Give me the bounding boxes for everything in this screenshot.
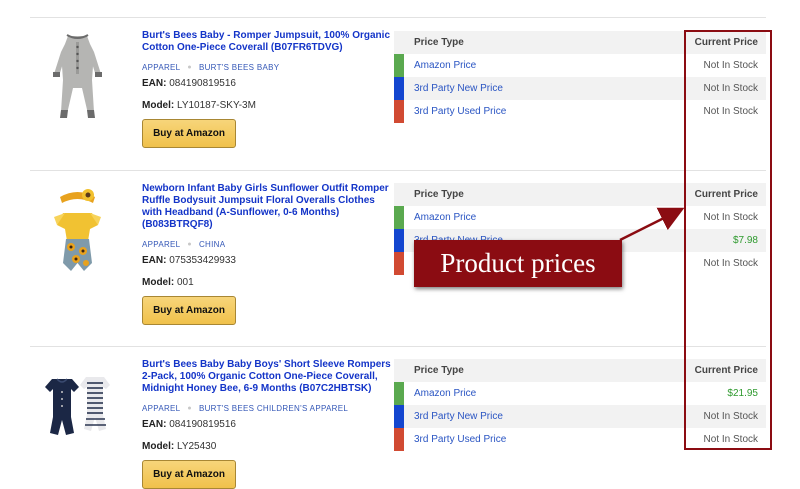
brand-link[interactable]: BURT'S BEES CHILDREN'S APPAREL (199, 404, 348, 413)
used-color-bar (394, 428, 404, 451)
new-color-bar (394, 77, 404, 100)
price-type-header: Price Type (414, 189, 464, 200)
model-label: Model: (142, 100, 175, 111)
price-value: Not In Stock (703, 258, 758, 269)
product-model: Model: LY25430 (142, 441, 392, 452)
category-link[interactable]: APPAREL (142, 404, 180, 413)
product-image[interactable] (30, 359, 125, 464)
price-value: Not In Stock (703, 83, 758, 94)
used-color-bar (394, 100, 404, 123)
brand-link[interactable]: CHINA (199, 240, 225, 249)
ean-label: EAN: (142, 78, 167, 89)
amazon-color-bar (394, 206, 404, 229)
price-type-header: Price Type (414, 37, 464, 48)
category-link[interactable]: APPAREL (142, 240, 180, 249)
price-type-header: Price Type (414, 365, 464, 376)
separator-dot: ● (187, 64, 192, 71)
product-categories: APPAREL ● CHINA (142, 240, 392, 249)
separator-dot: ● (187, 241, 192, 248)
price-value: $21.95 (727, 388, 758, 399)
price-type-link[interactable]: 3rd Party New Price (414, 411, 503, 422)
price-value: Not In Stock (703, 106, 758, 117)
category-link[interactable]: APPAREL (142, 63, 180, 72)
model-value: LY10187-SKY-3M (177, 100, 256, 111)
ean-value: 084190819516 (169, 78, 236, 89)
product-categories: APPAREL ● BURT'S BEES BABY (142, 63, 392, 72)
price-table: Price Type Current Price Amazon Price $2… (394, 359, 766, 451)
product-ean: EAN: 075353429933 (142, 255, 392, 266)
price-value: Not In Stock (703, 212, 758, 223)
price-row-amazon: Amazon Price Not In Stock (394, 54, 766, 77)
price-type-link[interactable]: 3rd Party New Price (414, 83, 503, 94)
ean-label: EAN: (142, 419, 167, 430)
amazon-color-bar (394, 382, 404, 405)
current-price-header: Current Price (694, 37, 758, 48)
product-model: Model: 001 (142, 277, 392, 288)
used-color-bar (394, 252, 404, 275)
product-info: Burt's Bees Baby Baby Boys' Short Sleeve… (142, 359, 392, 489)
product-title-link[interactable]: Newborn Infant Baby Girls Sunflower Outf… (142, 183, 392, 231)
product-row: Newborn Infant Baby Girls Sunflower Outf… (30, 170, 766, 346)
ean-label: EAN: (142, 255, 167, 266)
price-table: Price Type Current Price Amazon Price No… (394, 31, 766, 123)
new-color-bar (394, 229, 404, 252)
price-value: Not In Stock (703, 411, 758, 422)
amazon-color-bar (394, 54, 404, 77)
annotation-callout: Product prices (414, 240, 622, 287)
product-categories: APPAREL ● BURT'S BEES CHILDREN'S APPAREL (142, 404, 392, 413)
price-row-used: 3rd Party Used Price Not In Stock (394, 100, 766, 123)
new-color-bar (394, 405, 404, 428)
brand-link[interactable]: BURT'S BEES BABY (199, 63, 279, 72)
price-table-header: Price Type Current Price (394, 31, 766, 54)
model-value: LY25430 (177, 441, 217, 452)
product-title-link[interactable]: Burt's Bees Baby Baby Boys' Short Sleeve… (142, 359, 392, 395)
price-type-link[interactable]: Amazon Price (414, 388, 476, 399)
separator-dot: ● (187, 405, 192, 412)
product-image[interactable] (30, 30, 125, 135)
price-type-link[interactable]: Amazon Price (414, 60, 476, 71)
price-table-header: Price Type Current Price (394, 183, 766, 206)
price-row-amazon: Amazon Price $21.95 (394, 382, 766, 405)
current-price-header: Current Price (694, 189, 758, 200)
price-table-header: Price Type Current Price (394, 359, 766, 382)
product-image[interactable] (30, 183, 125, 288)
model-value: 001 (177, 277, 194, 288)
product-info: Burt's Bees Baby - Romper Jumpsuit, 100%… (142, 30, 392, 148)
ean-value: 084190819516 (169, 419, 236, 430)
price-row-new: 3rd Party New Price Not In Stock (394, 77, 766, 100)
product-ean: EAN: 084190819516 (142, 78, 392, 89)
buy-at-amazon-button[interactable]: Buy at Amazon (142, 460, 236, 489)
price-type-link[interactable]: Amazon Price (414, 212, 476, 223)
price-value: $7.98 (732, 235, 758, 246)
price-row-new: 3rd Party New Price Not In Stock (394, 405, 766, 428)
price-row-used: 3rd Party Used Price Not In Stock (394, 428, 766, 451)
buy-at-amazon-button[interactable]: Buy at Amazon (142, 119, 236, 148)
price-type-link[interactable]: 3rd Party Used Price (414, 106, 506, 117)
product-title-link[interactable]: Burt's Bees Baby - Romper Jumpsuit, 100%… (142, 30, 392, 54)
price-row-amazon: Amazon Price Not In Stock (394, 206, 766, 229)
buy-at-amazon-button[interactable]: Buy at Amazon (142, 296, 236, 325)
product-model: Model: LY10187-SKY-3M (142, 100, 392, 111)
model-label: Model: (142, 441, 175, 452)
top-divider (30, 17, 766, 18)
price-type-link[interactable]: 3rd Party Used Price (414, 434, 506, 445)
product-row: Burt's Bees Baby Baby Boys' Short Sleeve… (30, 346, 766, 489)
price-value: Not In Stock (703, 434, 758, 445)
model-label: Model: (142, 277, 175, 288)
product-row: Burt's Bees Baby - Romper Jumpsuit, 100%… (30, 30, 766, 170)
price-value: Not In Stock (703, 60, 758, 71)
ean-value: 075353429933 (169, 255, 236, 266)
product-ean: EAN: 084190819516 (142, 419, 392, 430)
product-info: Newborn Infant Baby Girls Sunflower Outf… (142, 183, 392, 325)
current-price-header: Current Price (694, 365, 758, 376)
